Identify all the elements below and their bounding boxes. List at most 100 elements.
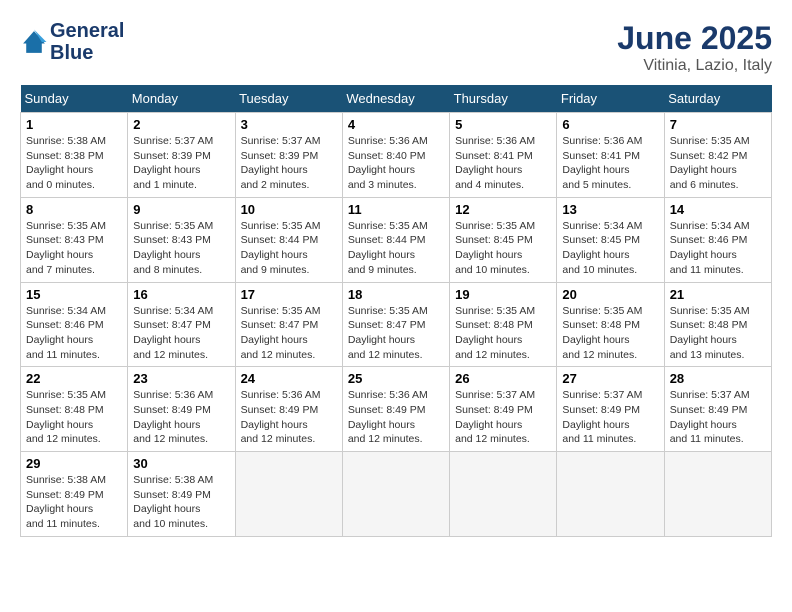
table-row: 30 Sunrise: 5:38 AM Sunset: 8:49 PM Dayl… — [128, 452, 235, 537]
table-row: 12 Sunrise: 5:35 AM Sunset: 8:45 PM Dayl… — [450, 197, 557, 282]
header-sunday: Sunday — [21, 85, 128, 113]
calendar-header-row: Sunday Monday Tuesday Wednesday Thursday… — [21, 85, 772, 113]
day-info: Sunrise: 5:35 AM Sunset: 8:47 PM Dayligh… — [241, 304, 337, 363]
day-number: 28 — [670, 371, 766, 386]
day-info: Sunrise: 5:38 AM Sunset: 8:49 PM Dayligh… — [133, 473, 229, 532]
table-row: 3 Sunrise: 5:37 AM Sunset: 8:39 PM Dayli… — [235, 113, 342, 198]
day-info: Sunrise: 5:37 AM Sunset: 8:49 PM Dayligh… — [670, 388, 766, 447]
day-number: 10 — [241, 202, 337, 217]
table-row — [342, 452, 449, 537]
day-info: Sunrise: 5:36 AM Sunset: 8:41 PM Dayligh… — [455, 134, 551, 193]
table-row: 8 Sunrise: 5:35 AM Sunset: 8:43 PM Dayli… — [21, 197, 128, 282]
day-info: Sunrise: 5:35 AM Sunset: 8:48 PM Dayligh… — [670, 304, 766, 363]
table-row: 6 Sunrise: 5:36 AM Sunset: 8:41 PM Dayli… — [557, 113, 664, 198]
day-number: 1 — [26, 117, 122, 132]
day-info: Sunrise: 5:38 AM Sunset: 8:38 PM Dayligh… — [26, 134, 122, 193]
day-number: 20 — [562, 287, 658, 302]
day-info: Sunrise: 5:34 AM Sunset: 8:45 PM Dayligh… — [562, 219, 658, 278]
table-row: 22 Sunrise: 5:35 AM Sunset: 8:48 PM Dayl… — [21, 367, 128, 452]
day-info: Sunrise: 5:37 AM Sunset: 8:39 PM Dayligh… — [241, 134, 337, 193]
day-info: Sunrise: 5:36 AM Sunset: 8:49 PM Dayligh… — [133, 388, 229, 447]
table-row: 21 Sunrise: 5:35 AM Sunset: 8:48 PM Dayl… — [664, 282, 771, 367]
logo-icon — [20, 28, 48, 56]
day-info: Sunrise: 5:34 AM Sunset: 8:46 PM Dayligh… — [26, 304, 122, 363]
header-wednesday: Wednesday — [342, 85, 449, 113]
day-number: 29 — [26, 456, 122, 471]
table-row: 11 Sunrise: 5:35 AM Sunset: 8:44 PM Dayl… — [342, 197, 449, 282]
day-number: 12 — [455, 202, 551, 217]
day-number: 19 — [455, 287, 551, 302]
table-row: 28 Sunrise: 5:37 AM Sunset: 8:49 PM Dayl… — [664, 367, 771, 452]
table-row: 24 Sunrise: 5:36 AM Sunset: 8:49 PM Dayl… — [235, 367, 342, 452]
table-row: 10 Sunrise: 5:35 AM Sunset: 8:44 PM Dayl… — [235, 197, 342, 282]
month-title: June 2025 — [617, 20, 772, 57]
table-row: 13 Sunrise: 5:34 AM Sunset: 8:45 PM Dayl… — [557, 197, 664, 282]
day-number: 24 — [241, 371, 337, 386]
calendar-week-row: 22 Sunrise: 5:35 AM Sunset: 8:48 PM Dayl… — [21, 367, 772, 452]
table-row — [235, 452, 342, 537]
day-number: 16 — [133, 287, 229, 302]
day-info: Sunrise: 5:35 AM Sunset: 8:42 PM Dayligh… — [670, 134, 766, 193]
day-number: 23 — [133, 371, 229, 386]
logo: General Blue — [20, 20, 124, 64]
table-row — [664, 452, 771, 537]
header-tuesday: Tuesday — [235, 85, 342, 113]
day-info: Sunrise: 5:35 AM Sunset: 8:48 PM Dayligh… — [26, 388, 122, 447]
table-row: 5 Sunrise: 5:36 AM Sunset: 8:41 PM Dayli… — [450, 113, 557, 198]
day-info: Sunrise: 5:35 AM Sunset: 8:47 PM Dayligh… — [348, 304, 444, 363]
page-header: General Blue June 2025 Vitinia, Lazio, I… — [20, 20, 772, 75]
day-number: 8 — [26, 202, 122, 217]
calendar-table: Sunday Monday Tuesday Wednesday Thursday… — [20, 85, 772, 537]
day-info: Sunrise: 5:36 AM Sunset: 8:41 PM Dayligh… — [562, 134, 658, 193]
day-number: 2 — [133, 117, 229, 132]
day-info: Sunrise: 5:37 AM Sunset: 8:49 PM Dayligh… — [562, 388, 658, 447]
table-row: 23 Sunrise: 5:36 AM Sunset: 8:49 PM Dayl… — [128, 367, 235, 452]
day-number: 9 — [133, 202, 229, 217]
day-number: 13 — [562, 202, 658, 217]
calendar-week-row: 8 Sunrise: 5:35 AM Sunset: 8:43 PM Dayli… — [21, 197, 772, 282]
table-row: 19 Sunrise: 5:35 AM Sunset: 8:48 PM Dayl… — [450, 282, 557, 367]
day-info: Sunrise: 5:36 AM Sunset: 8:40 PM Dayligh… — [348, 134, 444, 193]
table-row: 26 Sunrise: 5:37 AM Sunset: 8:49 PM Dayl… — [450, 367, 557, 452]
calendar-week-row: 29 Sunrise: 5:38 AM Sunset: 8:49 PM Dayl… — [21, 452, 772, 537]
day-number: 5 — [455, 117, 551, 132]
day-number: 3 — [241, 117, 337, 132]
table-row: 20 Sunrise: 5:35 AM Sunset: 8:48 PM Dayl… — [557, 282, 664, 367]
header-friday: Friday — [557, 85, 664, 113]
header-monday: Monday — [128, 85, 235, 113]
day-number: 15 — [26, 287, 122, 302]
day-info: Sunrise: 5:35 AM Sunset: 8:44 PM Dayligh… — [348, 219, 444, 278]
day-number: 7 — [670, 117, 766, 132]
day-info: Sunrise: 5:35 AM Sunset: 8:45 PM Dayligh… — [455, 219, 551, 278]
header-thursday: Thursday — [450, 85, 557, 113]
calendar-week-row: 15 Sunrise: 5:34 AM Sunset: 8:46 PM Dayl… — [21, 282, 772, 367]
table-row: 17 Sunrise: 5:35 AM Sunset: 8:47 PM Dayl… — [235, 282, 342, 367]
day-info: Sunrise: 5:35 AM Sunset: 8:44 PM Dayligh… — [241, 219, 337, 278]
day-number: 26 — [455, 371, 551, 386]
day-number: 21 — [670, 287, 766, 302]
day-info: Sunrise: 5:34 AM Sunset: 8:47 PM Dayligh… — [133, 304, 229, 363]
table-row: 27 Sunrise: 5:37 AM Sunset: 8:49 PM Dayl… — [557, 367, 664, 452]
day-info: Sunrise: 5:36 AM Sunset: 8:49 PM Dayligh… — [348, 388, 444, 447]
day-info: Sunrise: 5:35 AM Sunset: 8:43 PM Dayligh… — [133, 219, 229, 278]
table-row: 7 Sunrise: 5:35 AM Sunset: 8:42 PM Dayli… — [664, 113, 771, 198]
day-number: 17 — [241, 287, 337, 302]
table-row: 9 Sunrise: 5:35 AM Sunset: 8:43 PM Dayli… — [128, 197, 235, 282]
location-title: Vitinia, Lazio, Italy — [617, 57, 772, 75]
day-info: Sunrise: 5:35 AM Sunset: 8:43 PM Dayligh… — [26, 219, 122, 278]
table-row: 4 Sunrise: 5:36 AM Sunset: 8:40 PM Dayli… — [342, 113, 449, 198]
day-info: Sunrise: 5:36 AM Sunset: 8:49 PM Dayligh… — [241, 388, 337, 447]
day-info: Sunrise: 5:35 AM Sunset: 8:48 PM Dayligh… — [455, 304, 551, 363]
calendar-week-row: 1 Sunrise: 5:38 AM Sunset: 8:38 PM Dayli… — [21, 113, 772, 198]
table-row: 1 Sunrise: 5:38 AM Sunset: 8:38 PM Dayli… — [21, 113, 128, 198]
table-row: 29 Sunrise: 5:38 AM Sunset: 8:49 PM Dayl… — [21, 452, 128, 537]
day-info: Sunrise: 5:37 AM Sunset: 8:39 PM Dayligh… — [133, 134, 229, 193]
day-number: 18 — [348, 287, 444, 302]
day-number: 6 — [562, 117, 658, 132]
table-row: 15 Sunrise: 5:34 AM Sunset: 8:46 PM Dayl… — [21, 282, 128, 367]
day-number: 14 — [670, 202, 766, 217]
day-info: Sunrise: 5:34 AM Sunset: 8:46 PM Dayligh… — [670, 219, 766, 278]
table-row — [557, 452, 664, 537]
header-saturday: Saturday — [664, 85, 771, 113]
day-number: 30 — [133, 456, 229, 471]
